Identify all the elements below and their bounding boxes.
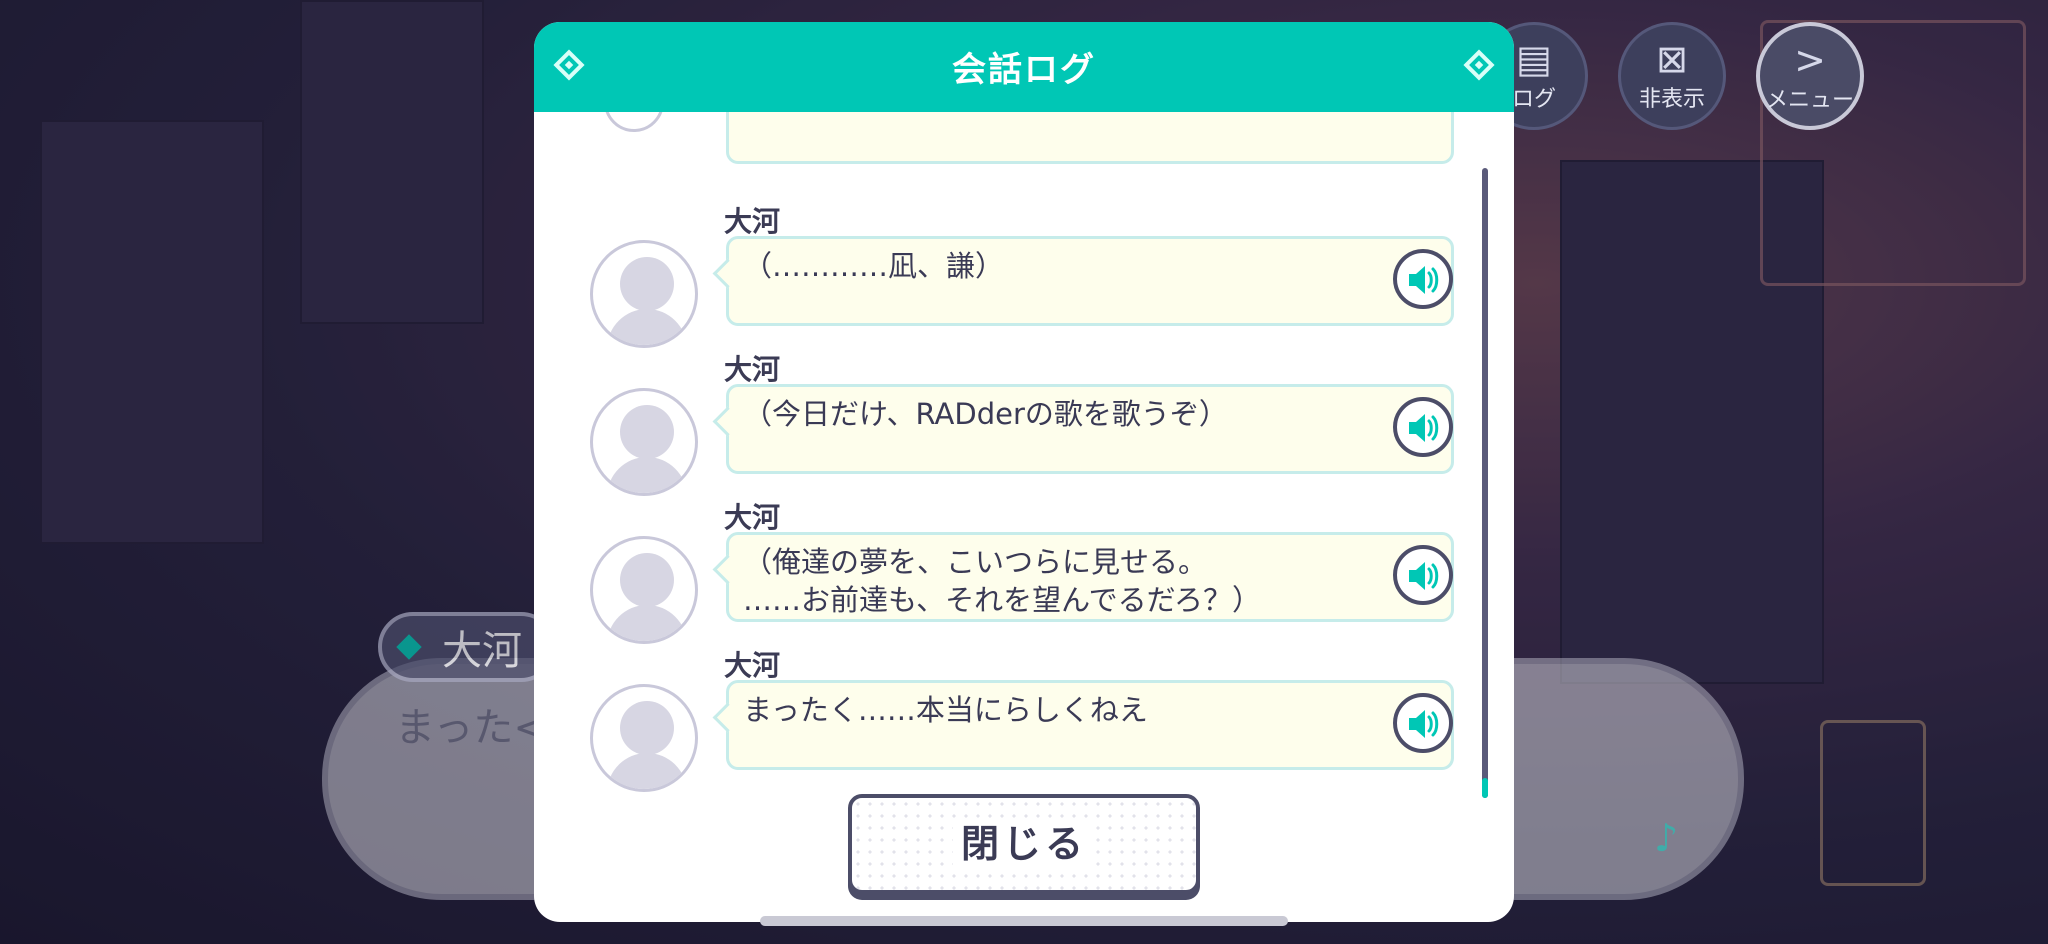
- voice-play-button[interactable]: [1393, 249, 1453, 309]
- log-bubble: （俺達の夢を、こいつらに見せる。 ……お前達も、それを望んでるだろ？）: [726, 532, 1454, 622]
- log-speaker: 大河: [724, 353, 781, 386]
- log-speaker: 大河: [724, 501, 781, 534]
- home-indicator[interactable]: [760, 916, 1288, 926]
- log-text: まったく……本当にらしくねえ: [743, 693, 1148, 727]
- dialogue-speaker-name: 大河: [442, 628, 522, 674]
- speaker-icon: [1409, 414, 1439, 442]
- hide-button-label: 非表示: [1638, 87, 1705, 112]
- diamond-icon: [396, 634, 422, 660]
- scrollbar-track[interactable]: [1482, 168, 1488, 798]
- modal-title: 会話ログ: [952, 50, 1096, 90]
- log-text: （俺達の夢を、こいつらに見せる。 ……お前達も、それを望んでるだろ？）: [743, 545, 1261, 617]
- speaker-icon: [1409, 710, 1439, 738]
- voice-play-button[interactable]: [1393, 397, 1453, 457]
- avatar: [590, 536, 698, 644]
- log-text: （今日だけ、RADderの歌を歌うぞ）: [743, 397, 1228, 431]
- avatar: [590, 240, 698, 348]
- speaker-icon: [1409, 266, 1439, 294]
- voice-play-button[interactable]: [1393, 693, 1453, 753]
- menu-button[interactable]: > メニュー: [1756, 22, 1864, 130]
- voice-play-button[interactable]: [1393, 545, 1453, 605]
- log-bubble: （…………凪、謙）: [726, 236, 1454, 326]
- dialogue-speaker-tag: 大河: [378, 612, 556, 682]
- log-list[interactable]: 大河 （…………凪、謙） 大河 （今日だけ、RADderの歌を歌うぞ） 大河 （…: [534, 112, 1514, 802]
- log-speaker: 大河: [724, 205, 781, 238]
- log-bubble-partial: [726, 112, 1454, 164]
- conversation-log-modal: 会話ログ 大河 （…………凪、謙） 大河 （今日だけ、RADderの歌を歌うぞ）…: [534, 22, 1514, 922]
- avatar: [604, 112, 664, 132]
- speaker-icon: [1409, 562, 1439, 590]
- hide-button[interactable]: ⊠ 非表示: [1618, 22, 1726, 130]
- hide-icon: ⊠: [1656, 37, 1688, 81]
- menu-button-label: メニュー: [1765, 88, 1854, 113]
- log-text: （…………凪、謙）: [743, 249, 1005, 283]
- log-entry: 大河 （…………凪、謙）: [590, 200, 1460, 348]
- log-entry: 大河 まったく……本当にらしくねえ: [590, 644, 1460, 792]
- log-entry: 大河 （俺達の夢を、こいつらに見せる。 ……お前達も、それを望んでるだろ？）: [590, 496, 1460, 644]
- close-button-label: 閉じる: [952, 822, 1095, 866]
- close-button[interactable]: 閉じる: [848, 794, 1200, 894]
- chevron-right-icon: >: [1794, 38, 1826, 82]
- log-bubble: （今日だけ、RADderの歌を歌うぞ）: [726, 384, 1454, 474]
- avatar: [590, 388, 698, 496]
- dialogue-text: まった<: [395, 705, 547, 751]
- avatar: [590, 684, 698, 792]
- modal-header: 会話ログ: [534, 22, 1514, 112]
- log-entry: 大河 （今日だけ、RADderの歌を歌うぞ）: [590, 348, 1460, 496]
- log-bubble: まったく……本当にらしくねえ: [726, 680, 1454, 770]
- scrollbar-thumb[interactable]: [1482, 778, 1488, 798]
- log-speaker: 大河: [724, 649, 781, 682]
- music-note-icon[interactable]: ♪: [1654, 816, 1678, 860]
